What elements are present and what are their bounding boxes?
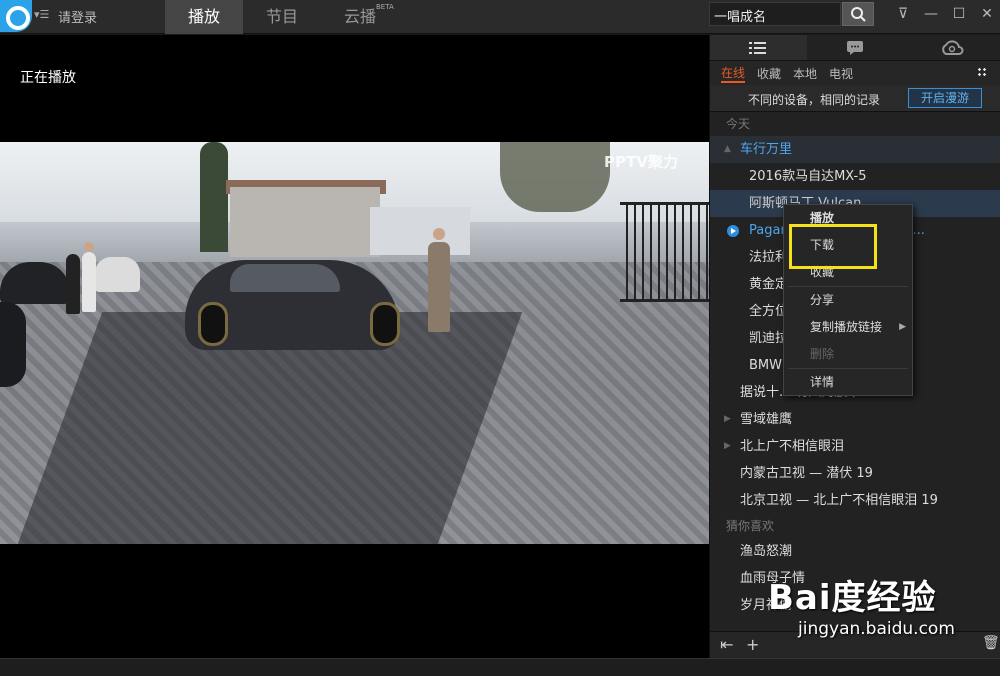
- list-item[interactable]: 渔岛怒潮: [710, 538, 1000, 565]
- tab-cloud-label: 云播: [343, 7, 376, 26]
- sync-text: 不同的设备，相同的记录: [748, 93, 881, 107]
- tab-programs[interactable]: 节目: [243, 0, 321, 34]
- top-bar: ▾☰ 请登录 播放 节目 云播 BETA 一唱成名 ⊽ — ☐ ✕: [0, 0, 1000, 34]
- collapsed-arrow-icon[interactable]: ▶: [724, 406, 731, 433]
- list-item-label: 北上广不相信眼泪: [740, 439, 845, 454]
- pptv-watermark: PPTV聚力: [604, 153, 678, 171]
- baidu-url: jingyan.baidu.com: [798, 619, 955, 639]
- playing-icon: [727, 225, 739, 237]
- search-icon: [851, 7, 866, 22]
- list-item-label: 2016款马自达MX-5: [749, 169, 867, 184]
- collapse-list-icon[interactable]: ⇤: [720, 635, 733, 654]
- sidebar-subtabs: 在线 收藏 本地 电视: [710, 61, 1000, 85]
- menu-item-copy-link-label: 复制播放链接: [810, 320, 883, 334]
- tab-cloud[interactable]: 云播 BETA: [321, 0, 399, 34]
- collapsed-arrow-icon[interactable]: ▶: [724, 433, 731, 460]
- video-wheel: [370, 302, 400, 346]
- cloud-sync-icon: [941, 39, 964, 55]
- video-wheel: [198, 302, 228, 346]
- baidu-logo-text: Bai度经验: [768, 578, 937, 618]
- video-person: [82, 252, 96, 312]
- highlight-annotation: [789, 224, 877, 269]
- subtab-favorites[interactable]: 收藏: [757, 65, 781, 82]
- video-tree: [200, 142, 228, 252]
- video-house: [230, 187, 380, 257]
- menu-item-details[interactable]: 详情: [784, 369, 912, 396]
- maximize-icon[interactable]: ☐: [948, 4, 970, 24]
- list-group[interactable]: ▶ 北上广不相信眼泪: [710, 433, 1000, 460]
- menu-item-share[interactable]: 分享: [784, 287, 912, 314]
- window-controls: ⊽ — ☐ ✕: [892, 4, 998, 24]
- minimize-icon[interactable]: —: [920, 4, 942, 24]
- video-person: [428, 242, 450, 332]
- list-item-label: 车行万里: [740, 142, 793, 157]
- search-input[interactable]: 一唱成名: [709, 2, 841, 26]
- video-car-left: [0, 262, 70, 304]
- list-item[interactable]: 2016款马自达MX-5: [710, 163, 1000, 190]
- expanded-arrow-icon[interactable]: ▲: [724, 136, 731, 163]
- video-person: [66, 254, 80, 314]
- submenu-arrow-icon: ▶: [899, 322, 906, 332]
- add-icon[interactable]: +: [746, 635, 759, 654]
- tab-list[interactable]: [710, 35, 807, 60]
- section-guess: 猜你喜欢: [726, 519, 775, 533]
- search-button[interactable]: [842, 2, 874, 26]
- subtab-local[interactable]: 本地: [793, 65, 817, 82]
- tab-programs-label: 节目: [265, 7, 298, 26]
- video-frame[interactable]: PPTV聚力: [0, 142, 709, 544]
- list-item[interactable]: 内蒙古卫视 — 潜伏 19: [710, 460, 1000, 487]
- tab-play[interactable]: 播放: [165, 0, 243, 34]
- menu-item-copy-link[interactable]: 复制播放链接 ▶: [784, 314, 912, 341]
- user-menu-icon[interactable]: ▾☰: [34, 8, 49, 21]
- video-supercar-window: [230, 264, 340, 292]
- baidu-jingyan-watermark: Bai度经验 jingyan.baidu.com: [768, 570, 955, 639]
- tab-play-label: 播放: [187, 7, 220, 26]
- close-icon[interactable]: ✕: [976, 4, 998, 24]
- video-person-head: [84, 242, 94, 252]
- trash-icon[interactable]: 🗑: [982, 635, 1000, 651]
- main-tabs: 播放 节目 云播 BETA: [165, 0, 399, 34]
- login-link[interactable]: 请登录: [58, 7, 97, 26]
- video-fence: [620, 202, 709, 302]
- sidebar-tabs: [710, 35, 1000, 61]
- chat-icon: [847, 40, 863, 55]
- list-item-label: 雪域雄鹰: [740, 412, 793, 427]
- list-item[interactable]: 北京卫视 — 北上广不相信眼泪 19: [710, 487, 1000, 514]
- list-item-label: 渔岛怒潮: [740, 544, 793, 559]
- video-truck: [370, 207, 470, 255]
- grid-view-icon[interactable]: [977, 67, 988, 78]
- list-group[interactable]: ▲ 车行万里: [710, 136, 1000, 163]
- tab-chat[interactable]: [807, 35, 904, 60]
- list-item-label: 内蒙古卫视 — 潜伏 19: [740, 466, 873, 481]
- section-today: 今天: [726, 117, 751, 131]
- subtab-online[interactable]: 在线: [721, 64, 746, 83]
- pptv-logo[interactable]: [0, 0, 32, 32]
- dropdown-menu-icon[interactable]: ⊽: [892, 4, 914, 24]
- video-player[interactable]: 正在播放 PPTV聚力: [0, 35, 709, 658]
- enable-roaming-button[interactable]: 开启漫游: [908, 88, 982, 108]
- video-person-head: [433, 228, 445, 240]
- sync-bar: 不同的设备，相同的记录 开启漫游: [710, 85, 1000, 112]
- list-icon: [749, 41, 767, 54]
- now-playing-label: 正在播放: [20, 70, 76, 86]
- menu-item-delete: 删除: [810, 347, 835, 361]
- video-tree-2: [500, 142, 610, 212]
- video-car-white: [95, 257, 140, 292]
- beta-badge: BETA: [376, 3, 394, 11]
- player-control-bar: [0, 658, 1000, 676]
- video-car-front: [0, 302, 26, 387]
- list-group[interactable]: ▶ 雪域雄鹰: [710, 406, 1000, 433]
- tab-cloud-sync[interactable]: [903, 35, 1000, 60]
- subtab-tv[interactable]: 电视: [829, 65, 853, 82]
- list-item-label: 北京卫视 — 北上广不相信眼泪 19: [740, 493, 938, 508]
